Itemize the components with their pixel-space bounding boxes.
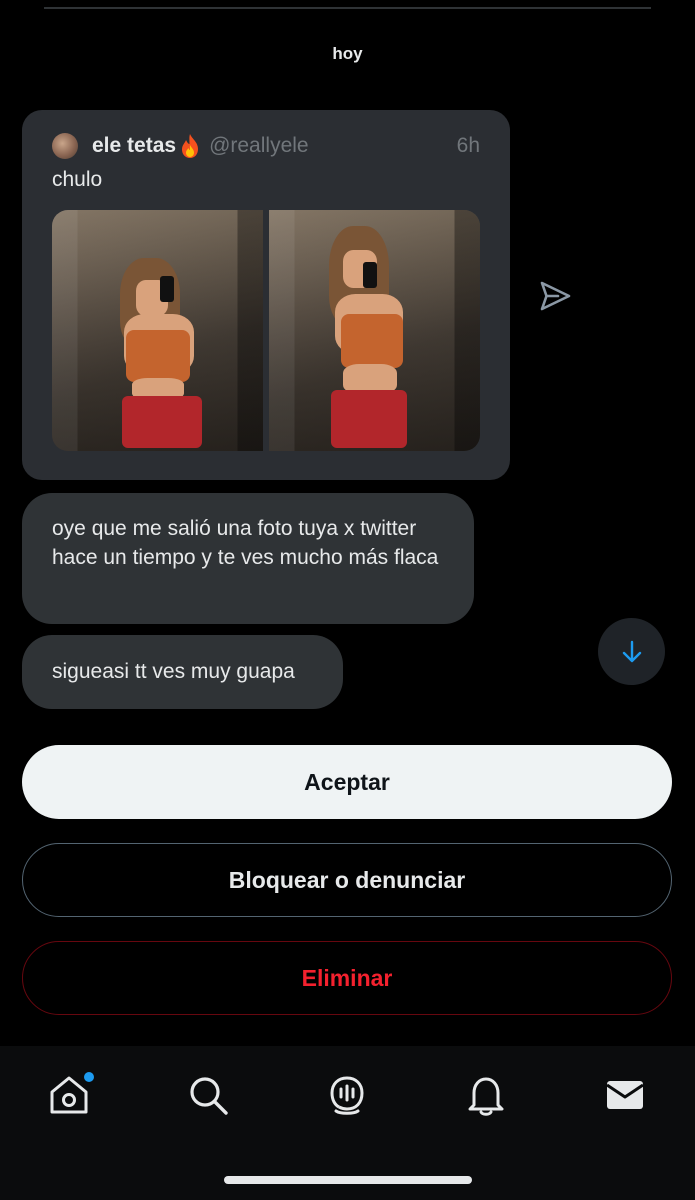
top-divider: [44, 7, 651, 9]
nav-notifications[interactable]: [463, 1072, 509, 1118]
fire-emoji-icon: [182, 134, 199, 158]
nav-messages[interactable]: [602, 1072, 648, 1118]
accept-button[interactable]: Aceptar: [22, 745, 672, 819]
message-bubble[interactable]: oye que me salió una foto tuya x twitter…: [22, 493, 474, 624]
scroll-to-bottom-button[interactable]: [598, 618, 665, 685]
bell-icon: [468, 1077, 504, 1116]
search-icon: [190, 1077, 228, 1115]
arrow-down-icon: [622, 640, 641, 662]
spaces-icon: [330, 1076, 364, 1115]
tweet-media-grid: [52, 210, 480, 451]
message-bubble[interactable]: sigueasi tt ves muy guapa: [22, 635, 343, 709]
delete-button[interactable]: Eliminar: [22, 941, 672, 1015]
tweet-handle: @reallyele: [209, 134, 309, 157]
tweet-photo-1[interactable]: [52, 210, 263, 451]
tweet-timestamp: 6h: [456, 134, 480, 157]
tweet-author-name: ele tetas: [92, 134, 177, 157]
quoted-tweet-card[interactable]: ele tetas @reallyele 6h chulo: [22, 110, 510, 480]
tweet-photo-2[interactable]: [269, 210, 480, 451]
nav-home[interactable]: [46, 1072, 94, 1118]
avatar[interactable]: [52, 133, 78, 159]
home-indicator: [224, 1176, 472, 1184]
notification-dot: [84, 1072, 94, 1082]
mail-icon: [606, 1081, 644, 1109]
nav-spaces[interactable]: [324, 1072, 370, 1118]
block-or-report-button[interactable]: Bloquear o denunciar: [22, 843, 672, 917]
tweet-header: ele tetas @reallyele 6h: [52, 130, 480, 162]
nav-search[interactable]: [185, 1072, 231, 1118]
date-separator: hoy: [332, 44, 363, 63]
bottom-navigation-bar: [0, 1046, 695, 1200]
share-send-icon[interactable]: [538, 280, 572, 312]
tweet-text: chulo: [52, 168, 103, 191]
